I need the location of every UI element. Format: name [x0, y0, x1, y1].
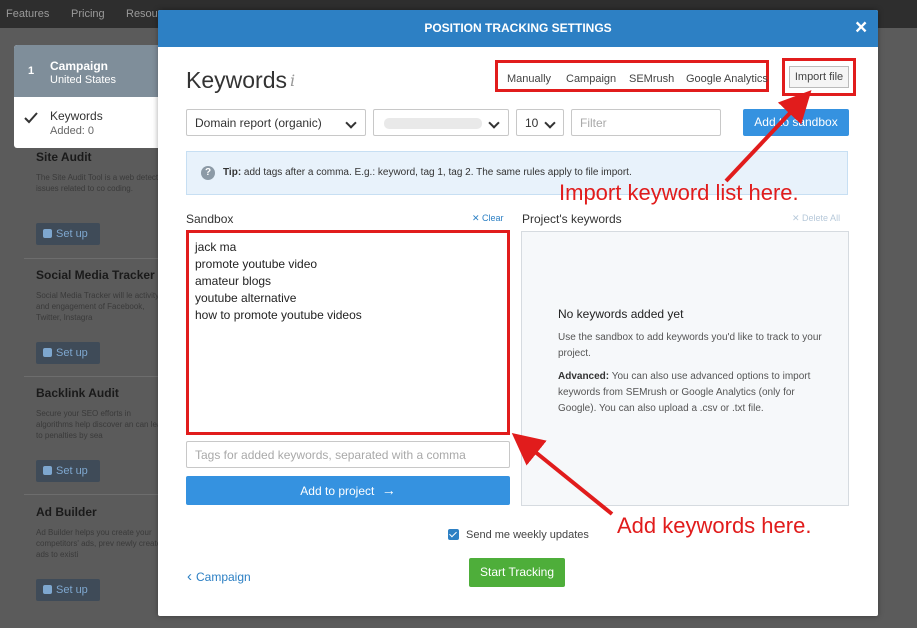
- tool-description: Secure your SEO efforts in algorithms he…: [36, 409, 166, 440]
- sandbox-keyword: how to promote youtube videos: [195, 308, 362, 322]
- info-icon[interactable]: i: [290, 71, 295, 90]
- empty-state-description: Use the sandbox to add keywords you'd li…: [558, 332, 822, 359]
- divider: [24, 494, 176, 495]
- chevron-left-icon: ‹: [187, 568, 192, 585]
- dialog-title: POSITION TRACKING SETTINGS: [424, 21, 612, 35]
- start-tracking-button[interactable]: Start Tracking: [469, 558, 565, 587]
- import-file-highlight: Import file: [782, 58, 856, 96]
- tip-text: Tip: add tags after a comma. E.g.: keywo…: [223, 167, 632, 178]
- filter-input[interactable]: [571, 109, 721, 136]
- chevron-down-icon: [488, 117, 500, 129]
- delete-all-button[interactable]: ✕ Delete All: [792, 213, 840, 224]
- nav-resources[interactable]: Resou: [126, 8, 158, 20]
- setup-button[interactable]: Set up: [36, 223, 100, 245]
- nav-features[interactable]: Features: [6, 8, 49, 20]
- back-to-campaign-link[interactable]: ‹ Campaign: [187, 568, 251, 585]
- tab-google-analytics[interactable]: Google Analytics: [686, 73, 768, 85]
- annotation-import-label: Import keyword list here.: [559, 180, 799, 205]
- tab-manually[interactable]: Manually: [507, 73, 551, 85]
- sandbox-keyword-list: jack ma promote youtube video amateur bl…: [195, 239, 362, 324]
- keyword-count-select[interactable]: 10: [516, 109, 564, 136]
- tags-input[interactable]: [186, 441, 510, 468]
- step-title: Campaign: [50, 59, 109, 73]
- report-type-select[interactable]: Domain report (organic): [186, 109, 366, 136]
- clear-button[interactable]: ✕ Clear: [472, 213, 504, 224]
- wrench-icon: [43, 229, 52, 238]
- divider: [24, 376, 176, 377]
- chevron-down-icon: [544, 117, 556, 129]
- weekly-updates-label: Send me weekly updates: [466, 529, 589, 541]
- keyword-source-tabs: Manually Campaign SEMrush Google Analyti…: [495, 60, 769, 92]
- step-number: 1: [28, 65, 35, 77]
- add-to-project-button[interactable]: Add to project →: [186, 476, 510, 505]
- domain-select[interactable]: [373, 109, 509, 136]
- wrench-icon: [43, 466, 52, 475]
- sandbox-keyword: jack ma: [195, 240, 237, 254]
- advanced-note: Advanced: You can also use advanced opti…: [558, 371, 811, 414]
- tool-title: Site Audit: [36, 150, 92, 164]
- empty-state-title: No keywords added yet: [558, 307, 684, 321]
- blurred-domain: [384, 118, 482, 129]
- sandbox-textarea[interactable]: jack ma promote youtube video amateur bl…: [186, 230, 510, 435]
- annotation-add-label: Add keywords here.: [617, 513, 812, 538]
- arrow-right-icon: →: [381, 482, 396, 498]
- tool-title: Backlink Audit: [36, 386, 119, 400]
- step-title: Keywords: [50, 109, 103, 123]
- sandbox-keyword: youtube alternative: [195, 291, 297, 305]
- dialog-header: POSITION TRACKING SETTINGS ×: [158, 10, 878, 47]
- weekly-updates-checkbox[interactable]: [448, 529, 459, 540]
- add-to-sandbox-button[interactable]: Add to sandbox: [743, 109, 849, 136]
- project-keywords-label: Project's keywords: [522, 212, 622, 226]
- chevron-down-icon: [345, 117, 357, 129]
- setup-button[interactable]: Set up: [36, 579, 100, 601]
- page-title: Keywords: [186, 67, 287, 93]
- tab-semrush[interactable]: SEMrush: [629, 73, 674, 85]
- close-icon[interactable]: ×: [855, 17, 867, 39]
- tool-title: Social Media Tracker: [36, 268, 155, 282]
- setup-steps: 1 Campaign United States Keywords Added:…: [14, 45, 174, 148]
- tool-description: Social Media Tracker will le activity an…: [36, 291, 160, 322]
- setup-button[interactable]: Set up: [36, 460, 100, 482]
- checkmark-icon: [24, 112, 38, 124]
- tool-description: Ad Builder helps you create your competi…: [36, 528, 166, 559]
- tool-description: The Site Audit Tool is a web detects iss…: [36, 173, 163, 193]
- tool-title: Ad Builder: [36, 505, 97, 519]
- tab-campaign[interactable]: Campaign: [566, 73, 616, 85]
- nav-pricing[interactable]: Pricing: [71, 8, 105, 20]
- project-keywords-panel: No keywords added yet Use the sandbox to…: [521, 231, 849, 506]
- import-file-button[interactable]: Import file: [789, 66, 849, 88]
- sandbox-keyword: promote youtube video: [195, 257, 318, 271]
- wrench-icon: [43, 348, 52, 357]
- question-icon: ?: [201, 166, 215, 180]
- setup-button[interactable]: Set up: [36, 342, 100, 364]
- wrench-icon: [43, 585, 52, 594]
- sandbox-label: Sandbox: [186, 212, 234, 226]
- step-subtitle: Added: 0: [50, 125, 95, 137]
- divider: [24, 258, 176, 259]
- sandbox-keyword: amateur blogs: [195, 274, 272, 288]
- step-campaign[interactable]: 1 Campaign United States: [14, 45, 174, 97]
- step-subtitle: United States: [50, 74, 117, 86]
